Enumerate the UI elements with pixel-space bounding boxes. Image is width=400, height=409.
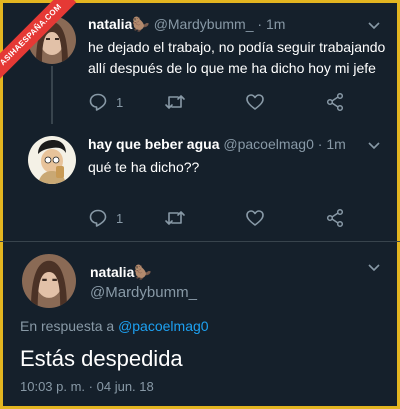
display-name[interactable]: natalia [90, 264, 134, 280]
share-icon [326, 208, 344, 228]
name-emoji: 🦫 [132, 16, 150, 32]
chevron-down-icon[interactable] [368, 264, 380, 272]
tweet-date: 04 jun. 18 [96, 379, 154, 394]
like-icon [246, 94, 264, 110]
tweet-text: he dejado el trabajo, no podía seguir tr… [88, 37, 385, 79]
main-tweet-name: natalia🦫 [90, 264, 152, 281]
user-handle[interactable]: @pacoelmag0 [223, 136, 314, 152]
thread-line [51, 66, 53, 124]
chevron-down-icon[interactable] [368, 22, 380, 30]
reply-count: 1 [116, 94, 124, 110]
reply-prefix: En respuesta a [20, 318, 115, 334]
user-handle[interactable]: @Mardybumm_ [154, 16, 254, 32]
separator-dot: · [317, 136, 323, 152]
main-tweet-handle: @Mardybumm_ [90, 284, 197, 301]
tweet-time[interactable]: 1m [266, 16, 285, 32]
share-button[interactable] [325, 92, 345, 112]
reply-icon [89, 209, 107, 227]
reply-context: En respuesta a @pacoelmag0 [20, 318, 209, 334]
reply-button[interactable]: 1 [88, 92, 123, 112]
retweet-button[interactable] [164, 208, 186, 228]
share-button[interactable] [325, 208, 345, 228]
user-handle[interactable]: @Mardybumm_ [90, 284, 197, 301]
retweet-icon [165, 95, 185, 109]
display-name[interactable]: hay que beber agua [88, 136, 219, 152]
avatar[interactable] [22, 254, 76, 308]
avatar[interactable] [28, 136, 76, 184]
tweet-header: hay que beber agua @pacoelmag0 · 1m [88, 136, 346, 152]
name-emoji: 🦫 [134, 264, 152, 280]
reply-mention-link[interactable]: @pacoelmag0 [118, 318, 209, 334]
display-name[interactable]: natalia [88, 16, 132, 32]
separator-dot: · [88, 379, 94, 394]
retweet-button[interactable] [164, 92, 186, 112]
tweet-text-line: he dejado el trabajo, no podía seguir tr… [88, 39, 386, 55]
tweet-actions: 1 [88, 92, 358, 112]
tweet-clock-time: 10:03 p. m. [20, 379, 86, 394]
like-icon [246, 210, 264, 226]
tweet-header: natalia🦫 @Mardybumm_ · 1m [88, 16, 285, 33]
tweet-text: qué te ha dicho?? [88, 157, 199, 178]
tweet-2[interactable]: hay que beber agua @pacoelmag0 · 1m qué … [0, 124, 400, 242]
tweet-timestamp[interactable]: 10:03 p. m. · 04 jun. 18 [20, 379, 154, 394]
tweet-text-line: qué te ha dicho?? [88, 159, 200, 175]
reply-count: 1 [116, 210, 124, 226]
like-button[interactable] [245, 208, 265, 228]
avatar-image [22, 254, 76, 308]
like-button[interactable] [245, 92, 265, 112]
share-icon [326, 92, 344, 112]
chevron-down-icon[interactable] [368, 142, 380, 150]
tweet-time[interactable]: 1m [326, 136, 345, 152]
tweet-actions: 1 [88, 208, 358, 228]
reply-button[interactable]: 1 [88, 208, 123, 228]
retweet-icon [165, 211, 185, 225]
tweet-text-line: allí después de lo que me ha dicho hoy m… [88, 60, 376, 76]
reply-icon [89, 93, 107, 111]
separator-dot: · [257, 16, 263, 32]
main-tweet-text: Estás despedida [20, 346, 183, 371]
avatar-image [28, 136, 76, 184]
